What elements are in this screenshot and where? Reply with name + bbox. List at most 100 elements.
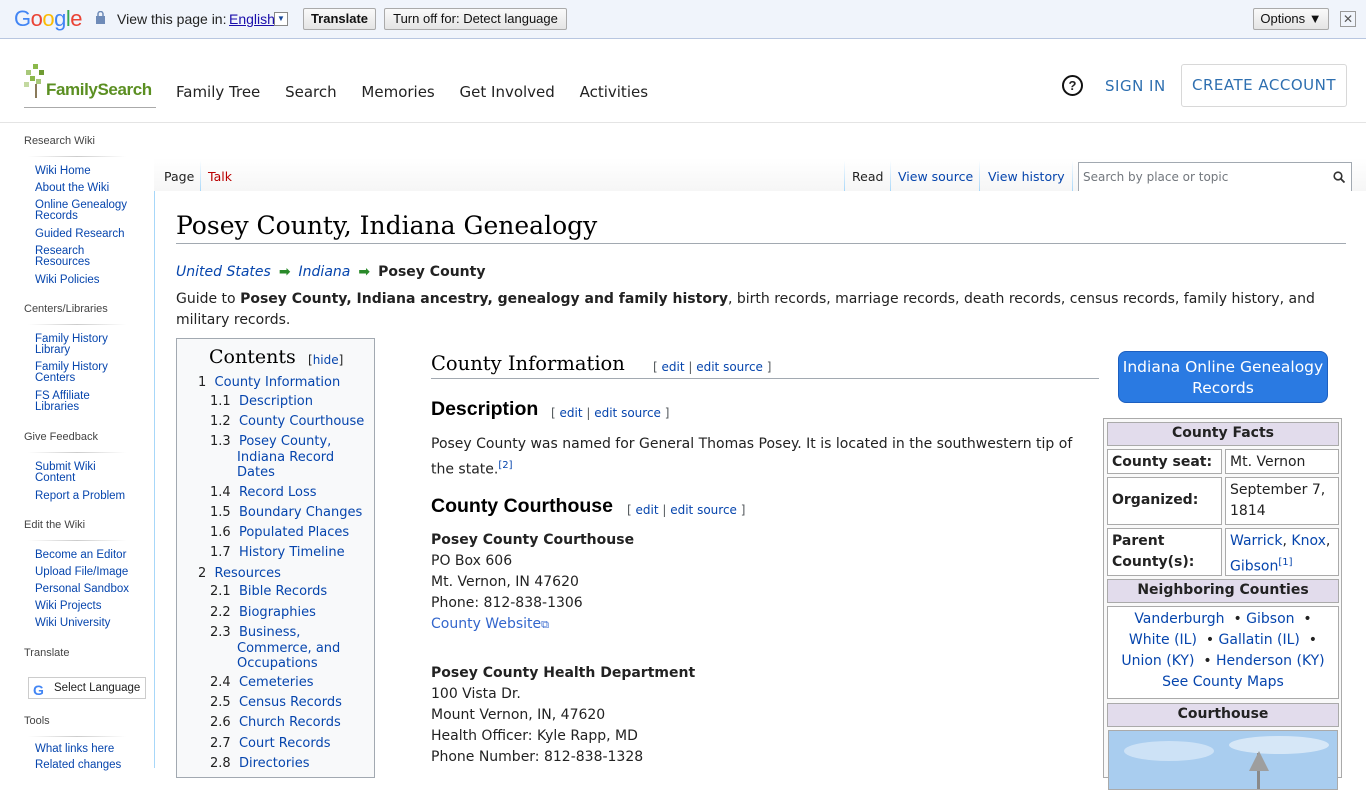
description-text: Posey County was named for General Thoma… [431, 434, 1091, 481]
turn-off-translate-button[interactable]: Turn off for: Detect language [384, 8, 567, 30]
toc-item[interactable]: 1.7 History Timeline [210, 545, 345, 561]
sidebar-item-about-wiki[interactable]: About the Wiki [35, 182, 135, 194]
toc-item[interactable]: 2.5 Census Records [210, 695, 342, 711]
parent-county-link[interactable]: Knox [1291, 533, 1325, 549]
close-icon[interactable]: ✕ [1340, 11, 1356, 27]
sidebar-item-personal-sandbox[interactable]: Personal Sandbox [35, 583, 135, 595]
sidebar-item-wiki-university[interactable]: Wiki University [35, 617, 135, 629]
toc-item[interactable]: 1.6 Populated Places [210, 525, 349, 541]
nav-family-tree[interactable]: Family Tree [176, 83, 260, 101]
options-button[interactable]: Options ▼ [1253, 8, 1329, 30]
tab-read[interactable]: Read [852, 169, 883, 184]
sidebar-item-family-history-centers[interactable]: Family History Centers [35, 361, 135, 384]
indiana-online-records-button[interactable]: Indiana Online Genealogy Records [1118, 351, 1328, 403]
sidebar-item-what-links-here[interactable]: What links here [35, 743, 135, 755]
toc-label: Record Loss [238, 485, 317, 500]
edit-link[interactable]: edit [560, 406, 583, 420]
google-g-icon: G [33, 682, 44, 698]
article: Posey County, Indiana Genealogy United S… [154, 191, 1366, 790]
sidebar-item-online-genealogy-records[interactable]: Online Genealogy Records [35, 199, 135, 222]
edit-source-link[interactable]: edit source [670, 503, 737, 517]
sidebar-item-guided-research[interactable]: Guided Research [35, 228, 135, 240]
nav-memories[interactable]: Memories [361, 83, 434, 101]
tab-view-history[interactable]: View history [988, 169, 1065, 184]
create-account-button[interactable]: CREATE ACCOUNT [1181, 64, 1347, 107]
neighbor-county-link[interactable]: Union (KY) [1121, 653, 1194, 669]
organized-value: September 7, 1814 [1225, 477, 1339, 525]
breadcrumb-united-states[interactable]: United States [176, 264, 271, 280]
familysearch-logo[interactable]: FamilySearch [24, 64, 156, 108]
toc-item[interactable]: 2.8 Directories [210, 756, 310, 772]
neighbor-county-link[interactable]: Vanderburgh [1134, 611, 1224, 627]
toc-item[interactable]: 1.4 Record Loss [210, 485, 317, 501]
sidebar-item-wiki-home[interactable]: Wiki Home [35, 165, 135, 177]
divider [28, 540, 126, 541]
toc-hide-toggle[interactable]: [hide] [308, 353, 343, 367]
neighbor-county-link[interactable]: White (IL) [1129, 632, 1197, 648]
divider [28, 156, 126, 157]
toc-label: Directories [238, 756, 310, 771]
language-link[interactable]: English [229, 11, 275, 27]
toc-num: 1.3 [210, 434, 231, 449]
sidebar-item-wiki-policies[interactable]: Wiki Policies [35, 274, 135, 286]
tab-page[interactable]: Page [164, 169, 194, 184]
search-input[interactable]: Search by place or topic [1078, 162, 1352, 193]
edit-source-link[interactable]: edit source [696, 360, 763, 374]
sidebar-item-related-changes[interactable]: Related changes [35, 759, 135, 771]
edit-link[interactable]: edit [662, 360, 685, 374]
see-county-maps-link[interactable]: See County Maps [1162, 674, 1284, 690]
help-icon[interactable]: ? [1062, 75, 1083, 96]
toc-item[interactable]: 2.4 Cemeteries [210, 675, 314, 691]
reference-link[interactable]: [2] [498, 460, 512, 471]
description-body: Posey County was named for General Thoma… [431, 436, 1073, 478]
toc-item[interactable]: 2.3 Business, Commerce, and Occupations [210, 625, 370, 672]
reference-link[interactable]: [1] [1278, 557, 1292, 568]
parent-county-link[interactable]: Gibson [1230, 559, 1278, 575]
toc-item[interactable]: 1.1 Description [210, 394, 313, 410]
toc-item[interactable]: 1.2 County Courthouse [210, 414, 364, 430]
language-dropdown-icon[interactable]: ▼ [274, 12, 288, 26]
toc-item[interactable]: 2.7 Court Records [210, 736, 331, 752]
county-website-link[interactable]: County Website [431, 616, 541, 632]
nav-search[interactable]: Search [285, 83, 337, 101]
courthouse-image[interactable] [1108, 730, 1338, 790]
toc-item[interactable]: 1 County Information [198, 375, 340, 391]
sidebar-item-fs-affiliate-libraries[interactable]: FS Affiliate Libraries [35, 390, 135, 413]
neighbor-county-link[interactable]: Gibson [1246, 611, 1294, 627]
edit-source-link[interactable]: edit source [594, 406, 661, 420]
select-language-dropdown[interactable]: G Select Language [28, 677, 146, 699]
external-link-icon: ⧉ [541, 618, 549, 631]
breadcrumb-indiana[interactable]: Indiana [299, 264, 351, 280]
sidebar-item-upload-file[interactable]: Upload File/Image [35, 566, 135, 578]
nav-get-involved[interactable]: Get Involved [460, 83, 555, 101]
toc-item[interactable]: 2.1 Bible Records [210, 584, 327, 600]
toc-item[interactable]: 1.5 Boundary Changes [210, 505, 362, 521]
sign-in-link[interactable]: SIGN IN [1105, 77, 1166, 95]
edit-link[interactable]: edit [636, 503, 659, 517]
sidebar-item-submit-wiki-content[interactable]: Submit Wiki Content [35, 461, 135, 484]
toc-item[interactable]: 1.3 Posey County, Indiana Record Dates [210, 434, 370, 481]
courthouse-name: Posey County Courthouse [431, 532, 635, 548]
parent-county-link[interactable]: Warrick [1230, 533, 1283, 549]
toc-hide-link[interactable]: hide [313, 353, 339, 367]
sidebar-item-family-history-library[interactable]: Family History Library [35, 333, 135, 356]
neighbor-county-link[interactable]: Gallatin (IL) [1219, 632, 1300, 648]
toc-label: County Courthouse [238, 414, 365, 429]
sidebar-item-research-resources[interactable]: Research Resources [35, 245, 135, 268]
sidebar: Research Wiki Wiki Home About the Wiki O… [0, 124, 154, 771]
sidebar-item-report-problem[interactable]: Report a Problem [35, 490, 135, 502]
tab-talk[interactable]: Talk [208, 169, 232, 184]
sidebar-item-wiki-projects[interactable]: Wiki Projects [35, 600, 135, 612]
sidebar-item-become-editor[interactable]: Become an Editor [35, 549, 135, 561]
toc-item[interactable]: 2.6 Church Records [210, 715, 341, 731]
toc-item[interactable]: 2.2 Biographies [210, 605, 316, 621]
divider [844, 160, 845, 191]
tab-view-source[interactable]: View source [898, 169, 973, 184]
nav-activities[interactable]: Activities [580, 83, 648, 101]
neighbor-county-link[interactable]: Henderson (KY) [1216, 653, 1325, 669]
translate-button[interactable]: Translate [303, 8, 376, 30]
toc-num: 2.6 [210, 715, 231, 730]
toc-item[interactable]: 2 Resources [198, 566, 281, 582]
divider [28, 324, 126, 325]
search-icon[interactable] [1333, 171, 1345, 183]
